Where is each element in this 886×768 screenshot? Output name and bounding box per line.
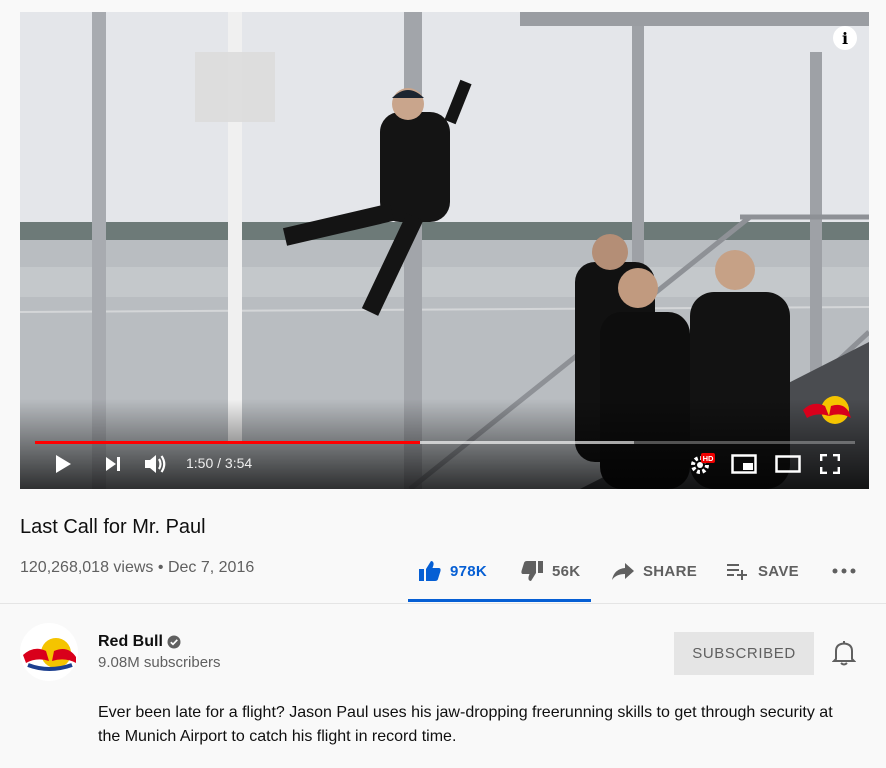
video-player[interactable]: i 1:50 / 3:54 HD — [20, 12, 869, 489]
view-count: 120,268,018 views — [20, 559, 154, 576]
playlist-add-icon — [727, 564, 747, 580]
dislike-button[interactable]: 56K — [520, 557, 580, 585]
avatar[interactable] — [20, 623, 78, 681]
more-icon[interactable] — [832, 557, 864, 585]
subscribed-button[interactable]: SUBSCRIBED — [674, 632, 814, 675]
video-actions: 978K 56K SHARE SAVE — [408, 557, 870, 585]
divider — [0, 603, 886, 604]
miniplayer-icon[interactable] — [730, 451, 758, 477]
sentiment-bar — [408, 599, 591, 602]
next-icon[interactable] — [102, 451, 124, 477]
play-icon[interactable] — [50, 451, 76, 477]
theater-icon[interactable] — [774, 451, 802, 477]
thumb-up-icon — [419, 561, 441, 581]
volume-icon[interactable] — [143, 451, 169, 477]
subscriber-count: 9.08M subscribers — [98, 654, 221, 671]
verified-icon — [167, 635, 181, 649]
sentiment-fill — [408, 599, 591, 602]
time-display: 1:50 / 3:54 — [186, 455, 253, 471]
meta-separator: • — [157, 559, 164, 576]
thumb-down-icon — [521, 561, 543, 581]
like-count: 978K — [450, 562, 488, 580]
upload-date: Dec 7, 2016 — [167, 559, 255, 576]
player-controls: 1:50 / 3:54 HD — [20, 439, 869, 489]
settings-icon[interactable]: HD — [688, 451, 716, 477]
red-bull-watermark — [803, 396, 851, 424]
save-label: SAVE — [758, 562, 799, 580]
video-title: Last Call for Mr. Paul — [20, 516, 206, 538]
share-icon — [612, 563, 634, 580]
save-button[interactable]: SAVE — [726, 557, 799, 585]
video-description: Ever been late for a flight? Jason Paul … — [98, 704, 833, 745]
channel-name[interactable]: Red Bull — [98, 633, 163, 651]
dislike-count: 56K — [552, 562, 581, 580]
share-label: SHARE — [643, 562, 698, 580]
bell-icon[interactable] — [831, 640, 857, 671]
share-button[interactable]: SHARE — [611, 557, 697, 585]
info-icon[interactable]: i — [833, 26, 857, 50]
fullscreen-icon[interactable] — [818, 451, 842, 477]
like-button[interactable]: 978K — [418, 557, 487, 585]
hd-badge: HD — [703, 454, 714, 463]
video-meta: 120,268,018 views • Dec 7, 2016 — [20, 559, 254, 577]
